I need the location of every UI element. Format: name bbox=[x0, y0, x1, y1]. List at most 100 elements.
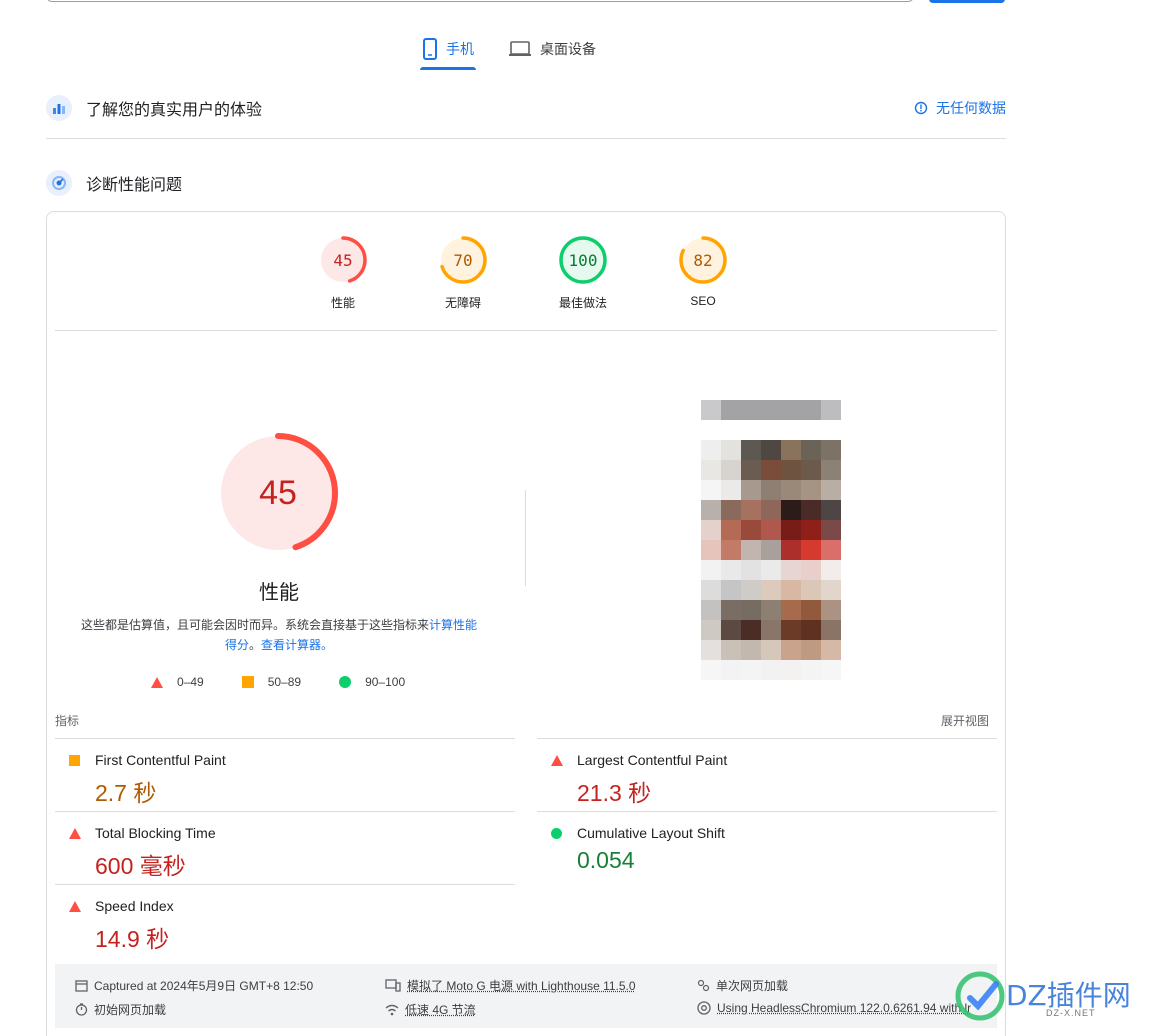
screenshot-pixel bbox=[721, 480, 741, 500]
emulated-device[interactable]: 模拟了 Moto G 电源 with Lighthouse 11.5.0 bbox=[385, 977, 636, 994]
metric-name: Largest Contentful Paint bbox=[577, 752, 728, 768]
screenshot-pixel bbox=[741, 640, 761, 660]
screenshot-pixel bbox=[721, 420, 741, 440]
screenshot-pixel bbox=[761, 420, 781, 440]
screenshot-pixel bbox=[701, 560, 721, 580]
screenshot-pixel bbox=[721, 660, 741, 680]
metric-name: Cumulative Layout Shift bbox=[577, 825, 725, 841]
screenshot-pixel bbox=[741, 500, 761, 520]
screenshot-pixel bbox=[821, 440, 841, 460]
screenshot-pixel bbox=[741, 620, 761, 640]
screenshot-pixel bbox=[781, 600, 801, 620]
devices-icon bbox=[385, 979, 401, 992]
category-scores: 45 性能 70 无障碍 100 最佳做法 82 SEO bbox=[319, 236, 727, 311]
screenshot-pixel bbox=[821, 400, 841, 420]
screenshot-pixel bbox=[821, 420, 841, 440]
screenshot-pixel bbox=[761, 580, 781, 600]
initial-load-text: 初始网页加载 bbox=[94, 1003, 167, 1017]
screenshot-pixel bbox=[721, 520, 741, 540]
screenshot-pixel bbox=[761, 640, 781, 660]
screenshot-pixel bbox=[781, 420, 801, 440]
screenshot-pixel bbox=[741, 460, 761, 480]
screenshot-pixel bbox=[801, 660, 821, 680]
score-performance[interactable]: 45 性能 bbox=[319, 236, 367, 311]
vertical-divider bbox=[525, 490, 526, 586]
browser-info[interactable]: Using HeadlessChromium 122.0.6261.94 wit… bbox=[697, 1001, 971, 1015]
page-screenshot-thumbnail[interactable] bbox=[701, 400, 841, 680]
metric-tbt: Total Blocking Time 600 毫秒 bbox=[55, 811, 515, 884]
screenshot-pixel bbox=[701, 480, 721, 500]
metric-value: 2.7 秒 bbox=[95, 780, 157, 806]
real-users-section: 了解您的真实用户的体验 无任何数据 bbox=[46, 95, 1006, 121]
real-users-title: 了解您的真实用户的体验 bbox=[86, 102, 263, 119]
tab-mobile[interactable]: 手机 bbox=[420, 30, 476, 70]
screenshot-pixel bbox=[781, 660, 801, 680]
screenshot-pixel bbox=[701, 540, 721, 560]
screenshot-pixel bbox=[781, 640, 801, 660]
expand-view-button[interactable]: 展开视图 bbox=[941, 712, 989, 729]
screenshot-pixel bbox=[701, 640, 721, 660]
screenshot-pixel bbox=[701, 500, 721, 520]
screenshot-pixel bbox=[701, 420, 721, 440]
screenshot-pixel bbox=[761, 540, 781, 560]
score-label: 无障碍 bbox=[444, 296, 481, 310]
green-circle-icon bbox=[339, 676, 352, 688]
screenshot-pixel bbox=[761, 460, 781, 480]
no-data-link[interactable]: 无任何数据 bbox=[914, 98, 1006, 118]
screenshot-pixel bbox=[821, 640, 841, 660]
screenshot-pixel bbox=[781, 400, 801, 420]
legend-fail: 0–49 bbox=[151, 675, 204, 689]
chrome-icon bbox=[697, 1001, 711, 1015]
screenshot-pixel bbox=[721, 560, 741, 580]
desc-text: 这些都是估算值，且可能会因时而异。系统会直接基于这些指标来 bbox=[80, 618, 429, 632]
screenshot-pixel bbox=[701, 520, 721, 540]
users-chart-icon bbox=[46, 95, 72, 121]
screenshot-pixel bbox=[801, 500, 821, 520]
screenshot-pixel bbox=[761, 660, 781, 680]
screenshot-pixel bbox=[701, 400, 721, 420]
tab-desktop-label: 桌面设备 bbox=[540, 41, 596, 57]
dz-logo-icon bbox=[955, 971, 1005, 1021]
screenshot-pixel bbox=[721, 640, 741, 660]
score-value: 100 bbox=[568, 250, 598, 270]
screenshot-pixel bbox=[781, 560, 801, 580]
screenshot-pixel bbox=[821, 660, 841, 680]
calendar-icon bbox=[75, 980, 88, 992]
tab-desktop[interactable]: 桌面设备 bbox=[506, 30, 598, 68]
screenshot-pixel bbox=[761, 480, 781, 500]
metric-cls: Cumulative Layout Shift 0.054 bbox=[537, 811, 997, 884]
screenshot-pixel bbox=[801, 580, 821, 600]
screenshot-pixel bbox=[701, 580, 721, 600]
score-value: 82 bbox=[693, 250, 713, 270]
calculator-link[interactable]: 查看计算器。 bbox=[261, 638, 333, 652]
orange-square-icon bbox=[69, 755, 80, 766]
screenshot-pixel bbox=[721, 600, 741, 620]
screenshot-pixel bbox=[761, 560, 781, 580]
network-throttling[interactable]: 低速 4G 节流 bbox=[385, 1001, 476, 1018]
metric-fcp: First Contentful Paint 2.7 秒 bbox=[55, 738, 515, 811]
desc-sep: 。 bbox=[248, 638, 261, 652]
device-text: 模拟了 Moto G 电源 with Lighthouse 11.5.0 bbox=[407, 979, 636, 993]
score-seo[interactable]: 82 SEO bbox=[679, 236, 727, 311]
metric-si: Speed Index 14.9 秒 bbox=[55, 884, 515, 957]
analyze-button[interactable] bbox=[929, 0, 1005, 3]
score-value: 45 bbox=[333, 250, 353, 270]
wifi-icon bbox=[385, 1004, 399, 1015]
device-tabs: 手机 桌面设备 bbox=[420, 30, 598, 70]
score-best-practices[interactable]: 100 最佳做法 bbox=[559, 236, 607, 311]
screenshot-pixel bbox=[801, 520, 821, 540]
screenshot-pixel bbox=[821, 460, 841, 480]
info-icon bbox=[914, 101, 928, 115]
diagnose-title: 诊断性能问题 bbox=[86, 177, 183, 194]
screenshot-pixel bbox=[801, 640, 821, 660]
screenshot-pixel bbox=[721, 400, 741, 420]
score-accessibility[interactable]: 70 无障碍 bbox=[439, 236, 487, 311]
screenshot-pixel bbox=[761, 620, 781, 640]
url-input[interactable] bbox=[46, 0, 914, 2]
screenshot-pixel bbox=[781, 540, 801, 560]
screenshot-pixel bbox=[801, 420, 821, 440]
score-label: SEO bbox=[690, 294, 716, 308]
timer-icon bbox=[75, 1003, 88, 1016]
runtime-settings-footer: Captured at 2024年5月9日 GMT+8 12:50 模拟了 Mo… bbox=[55, 964, 997, 1028]
screenshot-pixel bbox=[721, 440, 741, 460]
